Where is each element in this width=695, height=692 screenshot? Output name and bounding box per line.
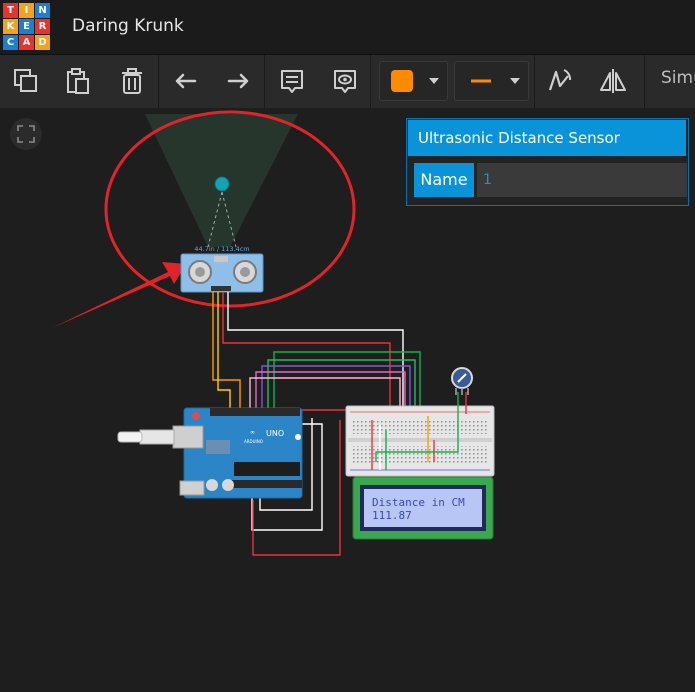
wire-color-dropdown[interactable] [379,61,448,101]
logo-letter: T [3,3,18,18]
logo-letter: C [3,35,18,50]
paste-icon[interactable] [60,63,96,99]
arduino-brand-label: ARDUINO [244,439,263,444]
visibility-icon[interactable] [327,63,363,99]
flip-icon[interactable] [595,63,631,99]
arduino-model-label: UNO [266,429,284,438]
notes-icon[interactable] [274,63,310,99]
delete-icon[interactable] [114,63,150,99]
rotate-icon[interactable] [541,63,577,99]
circuit-canvas[interactable]: 44.7in / 113.4cm Distance in CM 111.87 ∞… [0,108,695,692]
logo-letter: R [35,19,50,34]
logo-letter: D [35,35,50,50]
toolbar [0,54,695,109]
name-field[interactable]: 1 [477,163,687,197]
tinkercad-logo[interactable]: TIN KER CAD [3,3,50,50]
logo-letter: I [19,3,34,18]
sensor-distance-readout: 44.7in / 113.4cm [194,245,249,253]
copy-icon[interactable] [8,63,44,99]
logo-letter: A [19,35,34,50]
lcd-line-2: 111.87 [372,509,412,522]
inspector-title: Ultrasonic Distance Sensor [408,120,686,156]
name-label: Name [414,163,474,197]
wire-color-swatch [391,70,413,92]
usb-port [172,425,204,449]
chevron-down-icon [429,78,439,84]
chevron-down-icon [510,78,520,84]
undo-icon[interactable] [168,63,204,99]
project-title[interactable]: Daring Krunk [72,16,184,36]
logo-letter: N [35,3,50,18]
wire-type-icon [467,79,495,83]
svg-text:∞: ∞ [250,429,255,436]
highlight-arrow [52,262,186,328]
component-inspector-panel: Ultrasonic Distance Sensor Name 1 [406,118,689,206]
wire-type-dropdown[interactable] [454,61,529,101]
sensor-target-handle [214,176,230,192]
logo-letter: K [3,19,18,34]
start-simulation-button[interactable]: Simu [661,68,695,88]
lcd-line-1: Distance in CM [372,496,465,509]
redo-icon[interactable] [220,63,256,99]
logo-letter: E [19,19,34,34]
title-bar: TIN KER CAD Daring Krunk [0,0,695,54]
